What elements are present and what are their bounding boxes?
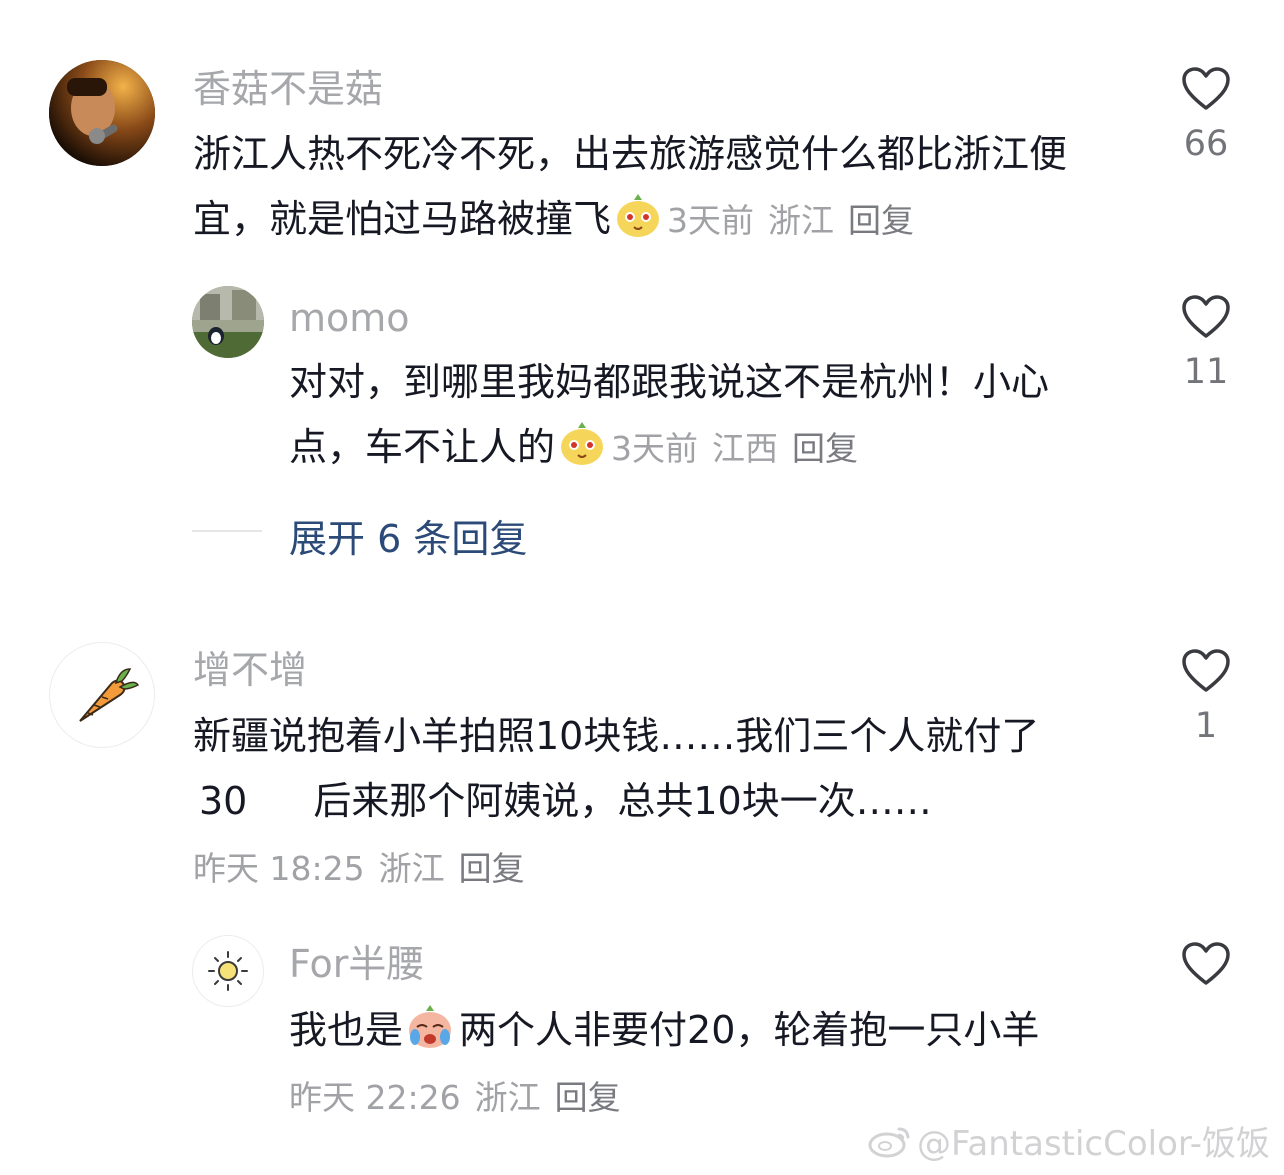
like-button[interactable]: 1 [1168, 648, 1244, 746]
comment-location: 浙江 [474, 1078, 541, 1117]
comment-meta: 3天前 江西 回复 [611, 429, 872, 468]
user-avatar-zengbuzeng[interactable] [49, 642, 155, 748]
heart-icon [1182, 295, 1230, 338]
comment-text-continuation: 后来那个阿姨说，总共10块一次…… [313, 779, 932, 823]
comment-time: 3天前 [611, 429, 699, 468]
watermark: @FantasticColor-饭饭 [867, 1116, 1270, 1165]
comment-meta: 昨天 18:25 浙江 回复 [193, 836, 1123, 901]
like-count: 66 [1183, 124, 1229, 164]
reply-button[interactable]: 回复 [792, 429, 858, 468]
comment-username[interactable]: 增不增 [193, 646, 307, 694]
like-count: 11 [1183, 352, 1229, 392]
pear-face-emoji-icon [613, 190, 663, 240]
comment-text-line: 我也是 两个人非要付20，轮着抱一只小羊 [289, 998, 1149, 1063]
heart-icon [1182, 649, 1230, 692]
comment-text-line2: 30 后来那个阿姨说，总共10块一次…… [193, 769, 1123, 834]
expand-divider [192, 530, 262, 532]
like-button[interactable]: 11 [1168, 294, 1244, 392]
crying-face-emoji-icon [405, 1001, 455, 1051]
comment-body: 浙江人热不死冷不死，出去旅游感觉什么都比浙江便宜，就是怕过马路被撞飞 3天前 浙江回… [193, 122, 1123, 253]
comment-time: 昨天 22:26 [289, 1078, 461, 1117]
watermark-text: @FantasticColor-饭饭 [916, 1124, 1270, 1164]
comment-text-continuation: 两个人非要付20，轮着抱一只小羊 [459, 1008, 1040, 1052]
comment-username[interactable]: momo [289, 294, 410, 342]
pear-face-emoji-icon [557, 418, 607, 468]
comment-body: 新疆说抱着小羊拍照10块钱……我们三个人就付了 30 后来那个阿姨说，总共10块一… [193, 704, 1123, 901]
sun-avatar-icon [208, 951, 248, 991]
comment-location: 江西 [712, 429, 779, 468]
reply-button[interactable]: 回复 [848, 201, 914, 240]
like-button[interactable] [1168, 941, 1244, 987]
comment-location: 浙江 [378, 849, 445, 888]
comment-body: 我也是 两个人非要付20，轮着抱一只小羊 昨天 22:26 浙江 回复 [289, 998, 1149, 1130]
comment-text: 新疆说抱着小羊拍照10块钱……我们三个人就付了 [193, 714, 1040, 758]
reply-button[interactable]: 回复 [555, 1078, 621, 1117]
comment-username[interactable]: For半腰 [289, 940, 424, 988]
like-count: 1 [1194, 706, 1218, 746]
user-avatar-forbanyao[interactable] [192, 935, 264, 1007]
heart-icon [1182, 942, 1230, 985]
comment-text-number: 30 [199, 779, 248, 823]
heart-icon [1182, 67, 1230, 110]
comment-username[interactable]: 香菇不是菇 [193, 65, 383, 113]
expand-replies-label[interactable]: 展开 6 条回复 [289, 508, 527, 563]
comment-time: 昨天 18:25 [193, 849, 365, 888]
reply-button[interactable]: 回复 [459, 849, 525, 888]
comment-meta: 3天前 浙江 回复 [667, 201, 928, 240]
penguin-avatar-icon [192, 286, 264, 358]
user-avatar-momo[interactable] [192, 286, 264, 358]
comment-text: 我也是 [289, 1008, 404, 1052]
comment-time: 3天前 [667, 201, 755, 240]
man-with-microphone-avatar-icon [49, 60, 155, 166]
like-button[interactable]: 66 [1168, 66, 1244, 164]
weibo-logo-icon [868, 1127, 910, 1157]
carrot-avatar-icon [79, 668, 140, 722]
comment-body: 对对，到哪里我妈都跟我说这不是杭州！小心点，车不让人的 3天前 江西 回复 [289, 350, 1089, 481]
user-avatar-xianggu[interactable] [49, 60, 155, 166]
comment-location: 浙江 [768, 201, 835, 240]
